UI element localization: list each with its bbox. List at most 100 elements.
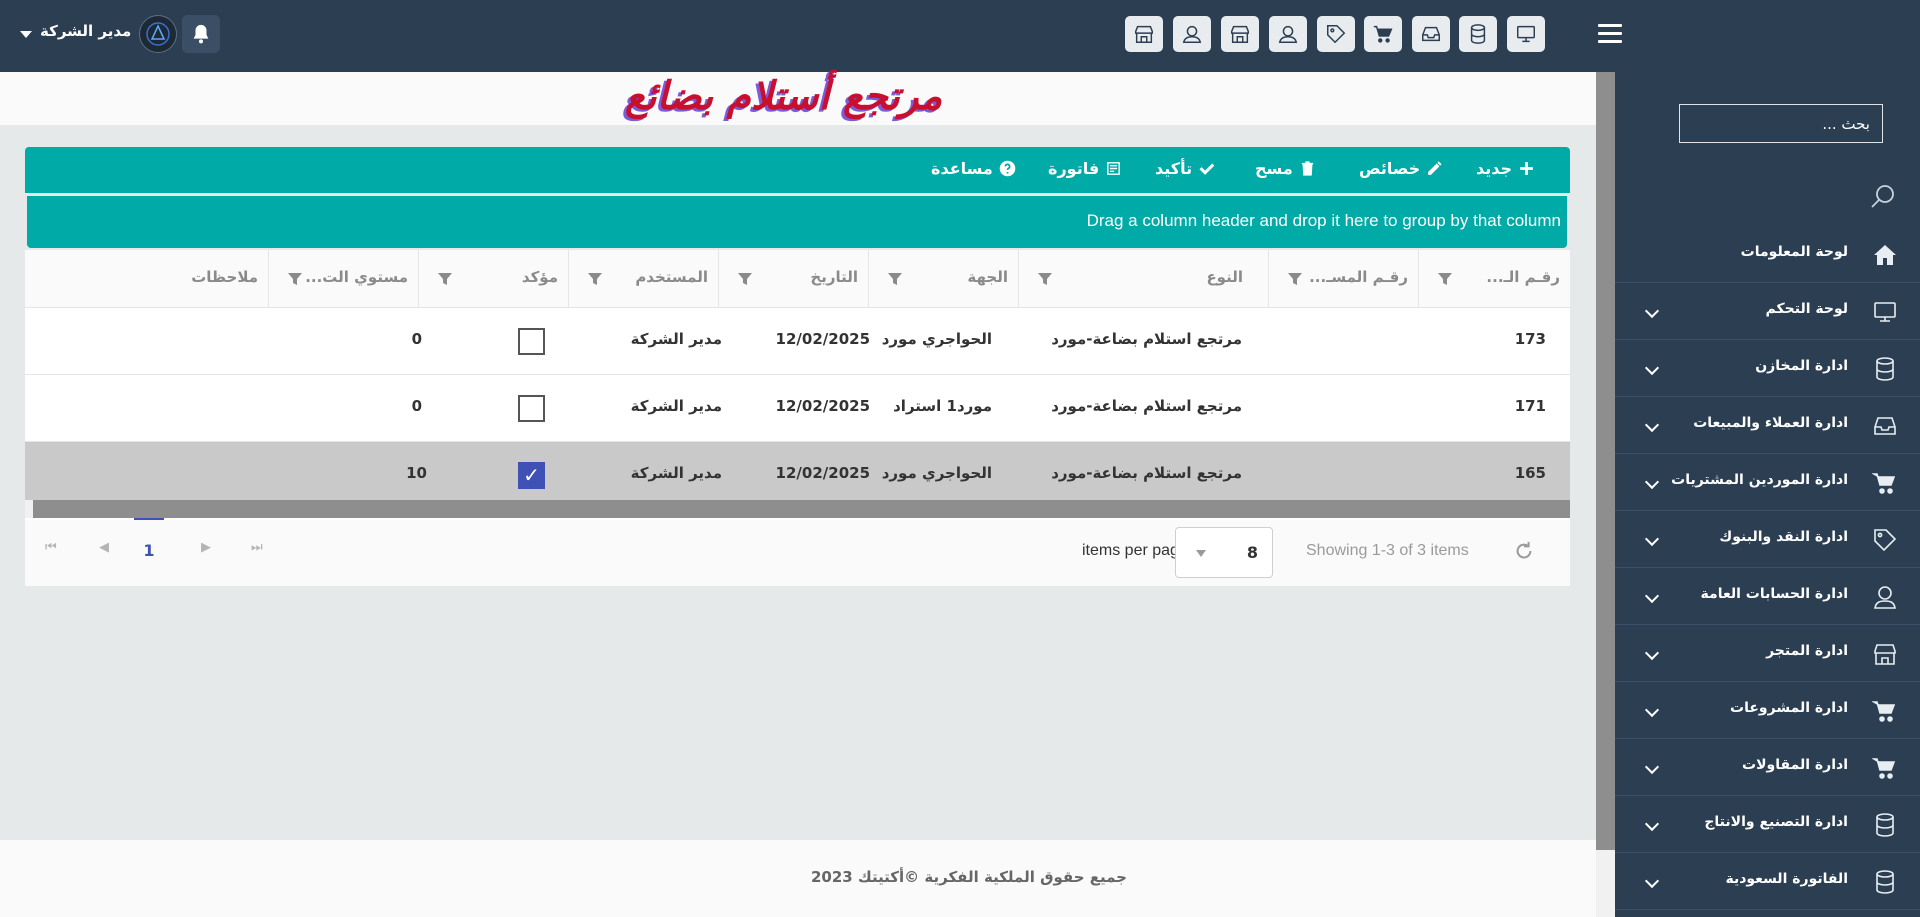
sidebar: لوحة المعلومات لوحة التحكم ادارة المخازن… <box>1615 72 1920 917</box>
column-header-confirmed[interactable]: مؤكد <box>418 250 568 308</box>
user-icon[interactable] <box>1269 16 1307 52</box>
table-row[interactable]: 173 مرتجع استلام بضاعة-مورد الحواجري مور… <box>25 308 1570 375</box>
items-per-page-select[interactable]: 8 <box>1175 527 1273 578</box>
filter-icon[interactable] <box>737 271 753 287</box>
first-page-icon[interactable]: ⏮ <box>45 540 57 555</box>
sidebar-item-store[interactable]: ادارة المتجر <box>1615 625 1920 682</box>
cart-icon <box>1871 698 1898 724</box>
cart-icon <box>1871 470 1898 496</box>
cell-type: مرتجع استلام بضاعة-مورد <box>1051 397 1242 415</box>
chevron-down-icon[interactable] <box>1644 531 1660 547</box>
sidebar-item-cash-banks[interactable]: ادارة النقد والبنوك <box>1615 511 1920 568</box>
properties-button[interactable]: خصائص <box>1359 159 1443 178</box>
sidebar-item-contracting[interactable]: ادارة المقاولات <box>1615 739 1920 796</box>
cart-icon[interactable] <box>1364 16 1402 52</box>
monitor-icon[interactable] <box>1507 16 1545 52</box>
avatar[interactable] <box>139 15 177 53</box>
column-header-date[interactable]: التاريخ <box>718 250 868 308</box>
scroll-thumb[interactable] <box>1596 72 1615 850</box>
confirmed-checkbox[interactable] <box>518 328 545 355</box>
filter-icon[interactable] <box>1437 271 1453 287</box>
chevron-down-icon[interactable] <box>1644 759 1660 775</box>
column-header-ref[interactable]: رقـم المسـ... <box>1268 250 1418 308</box>
database-icon <box>1872 356 1898 382</box>
database-icon[interactable] <box>1459 16 1497 52</box>
delete-button[interactable]: مسح <box>1255 159 1316 178</box>
menu-toggle-icon[interactable] <box>1598 24 1622 46</box>
tag-icon[interactable] <box>1317 16 1355 52</box>
items-per-page-label: items per page <box>1082 542 1188 559</box>
vertical-scrollbar[interactable] <box>1596 72 1615 917</box>
filter-icon[interactable] <box>437 271 453 287</box>
table-row[interactable]: 171 مرتجع استلام بضاعة-مورد مورد1 استراد… <box>25 375 1570 442</box>
refresh-icon[interactable] <box>1513 540 1535 562</box>
sidebar-item-warehouses[interactable]: ادارة المخازن <box>1615 340 1920 397</box>
sidebar-item-customers-sales[interactable]: ادارة العملاء والمبيعات <box>1615 397 1920 454</box>
column-header-notes[interactable]: ملاحظات <box>25 250 268 308</box>
chevron-down-icon[interactable] <box>1644 816 1660 832</box>
sidebar-item-dashboard[interactable]: لوحة المعلومات <box>1615 226 1920 283</box>
sidebar-item-manufacturing[interactable]: ادارة التصنيع والانتاج <box>1615 796 1920 853</box>
scroll-thumb[interactable] <box>33 500 1570 518</box>
column-header-type[interactable]: النوع <box>1018 250 1268 308</box>
column-header-level[interactable]: مستوي الت... <box>268 250 418 308</box>
sidebar-item-control-panel[interactable]: لوحة التحكم <box>1615 283 1920 340</box>
chevron-down-icon[interactable] <box>1644 303 1660 319</box>
chevron-down-icon[interactable] <box>1644 417 1660 433</box>
user-icon[interactable] <box>1173 16 1211 52</box>
filter-icon[interactable] <box>587 271 603 287</box>
column-header-number[interactable]: رقـم الـ... <box>1418 250 1570 308</box>
filter-icon[interactable] <box>1037 271 1053 287</box>
top-bar: مدير الشركة <box>0 0 1920 72</box>
next-page-icon[interactable]: ▶ <box>201 540 211 555</box>
search-icon[interactable] <box>1870 183 1896 209</box>
store-icon[interactable] <box>1125 16 1163 52</box>
user-menu-caret-icon[interactable] <box>20 31 32 38</box>
inbox-icon[interactable] <box>1412 16 1450 52</box>
pager: ⏮ ◀ 1 ▶ ⏭ items per page 8 Showing 1-3 o… <box>25 518 1570 586</box>
copyright-text: جميع حقوق الملكية الفكرية ©أكتيتك 2023 <box>811 868 1127 886</box>
new-button[interactable]: جديد <box>1476 159 1535 178</box>
sidebar-item-general-accounts[interactable]: ادارة الحسابات العامة <box>1615 568 1920 625</box>
chevron-down-icon[interactable] <box>1644 645 1660 661</box>
search-input[interactable] <box>1679 104 1883 143</box>
confirmed-checkbox-checked[interactable]: ✓ <box>518 462 545 489</box>
check-icon <box>1199 163 1215 175</box>
invoice-icon <box>1107 162 1121 175</box>
chevron-down-icon[interactable] <box>1644 588 1660 604</box>
chevron-down-icon[interactable] <box>1644 873 1660 889</box>
home-icon <box>1872 242 1898 268</box>
invoice-button[interactable]: فاتورة <box>1048 159 1122 178</box>
cell-number: 173 <box>1514 330 1546 348</box>
sidebar-item-saudi-invoice[interactable]: الفاتورة السعودية <box>1615 853 1920 910</box>
cell-type: مرتجع استلام بضاعة-مورد <box>1051 464 1242 482</box>
prev-page-icon[interactable]: ◀ <box>99 540 109 555</box>
pencil-icon <box>1428 161 1442 175</box>
user-menu-name[interactable]: مدير الشركة <box>40 22 131 40</box>
horizontal-scrollbar[interactable] <box>25 500 1570 518</box>
help-button[interactable]: مساعدة <box>931 159 1016 178</box>
store-icon[interactable] <box>1221 16 1259 52</box>
cell-level: 10 <box>406 464 427 482</box>
last-page-icon[interactable]: ⏭ <box>251 540 263 555</box>
bell-icon[interactable] <box>182 15 220 53</box>
chevron-down-icon[interactable] <box>1644 360 1660 376</box>
column-header-user[interactable]: المستخدم <box>568 250 718 308</box>
table-row-selected[interactable]: 165 مرتجع استلام بضاعة-مورد الحواجري مور… <box>25 442 1570 509</box>
sidebar-item-projects[interactable]: ادارة المشروعات <box>1615 682 1920 739</box>
sidebar-item-suppliers-purchases[interactable]: ادارة الموردين المشتريات <box>1615 454 1920 511</box>
confirmed-checkbox[interactable] <box>518 395 545 422</box>
filter-icon[interactable] <box>887 271 903 287</box>
store-icon <box>1872 641 1898 667</box>
database-icon <box>1872 812 1898 838</box>
user-icon <box>1872 584 1898 610</box>
group-by-bar[interactable]: Drag a column header and drop it here to… <box>27 196 1567 248</box>
cell-user: مدير الشركة <box>630 330 722 348</box>
page-number-current[interactable]: 1 <box>134 518 164 560</box>
filter-icon[interactable] <box>1287 271 1303 287</box>
confirm-button[interactable]: تأكيد <box>1155 159 1215 178</box>
chevron-down-icon[interactable] <box>1644 474 1660 490</box>
chevron-down-icon[interactable] <box>1644 702 1660 718</box>
filter-icon[interactable] <box>287 271 303 287</box>
column-header-party[interactable]: الجهة <box>868 250 1018 308</box>
